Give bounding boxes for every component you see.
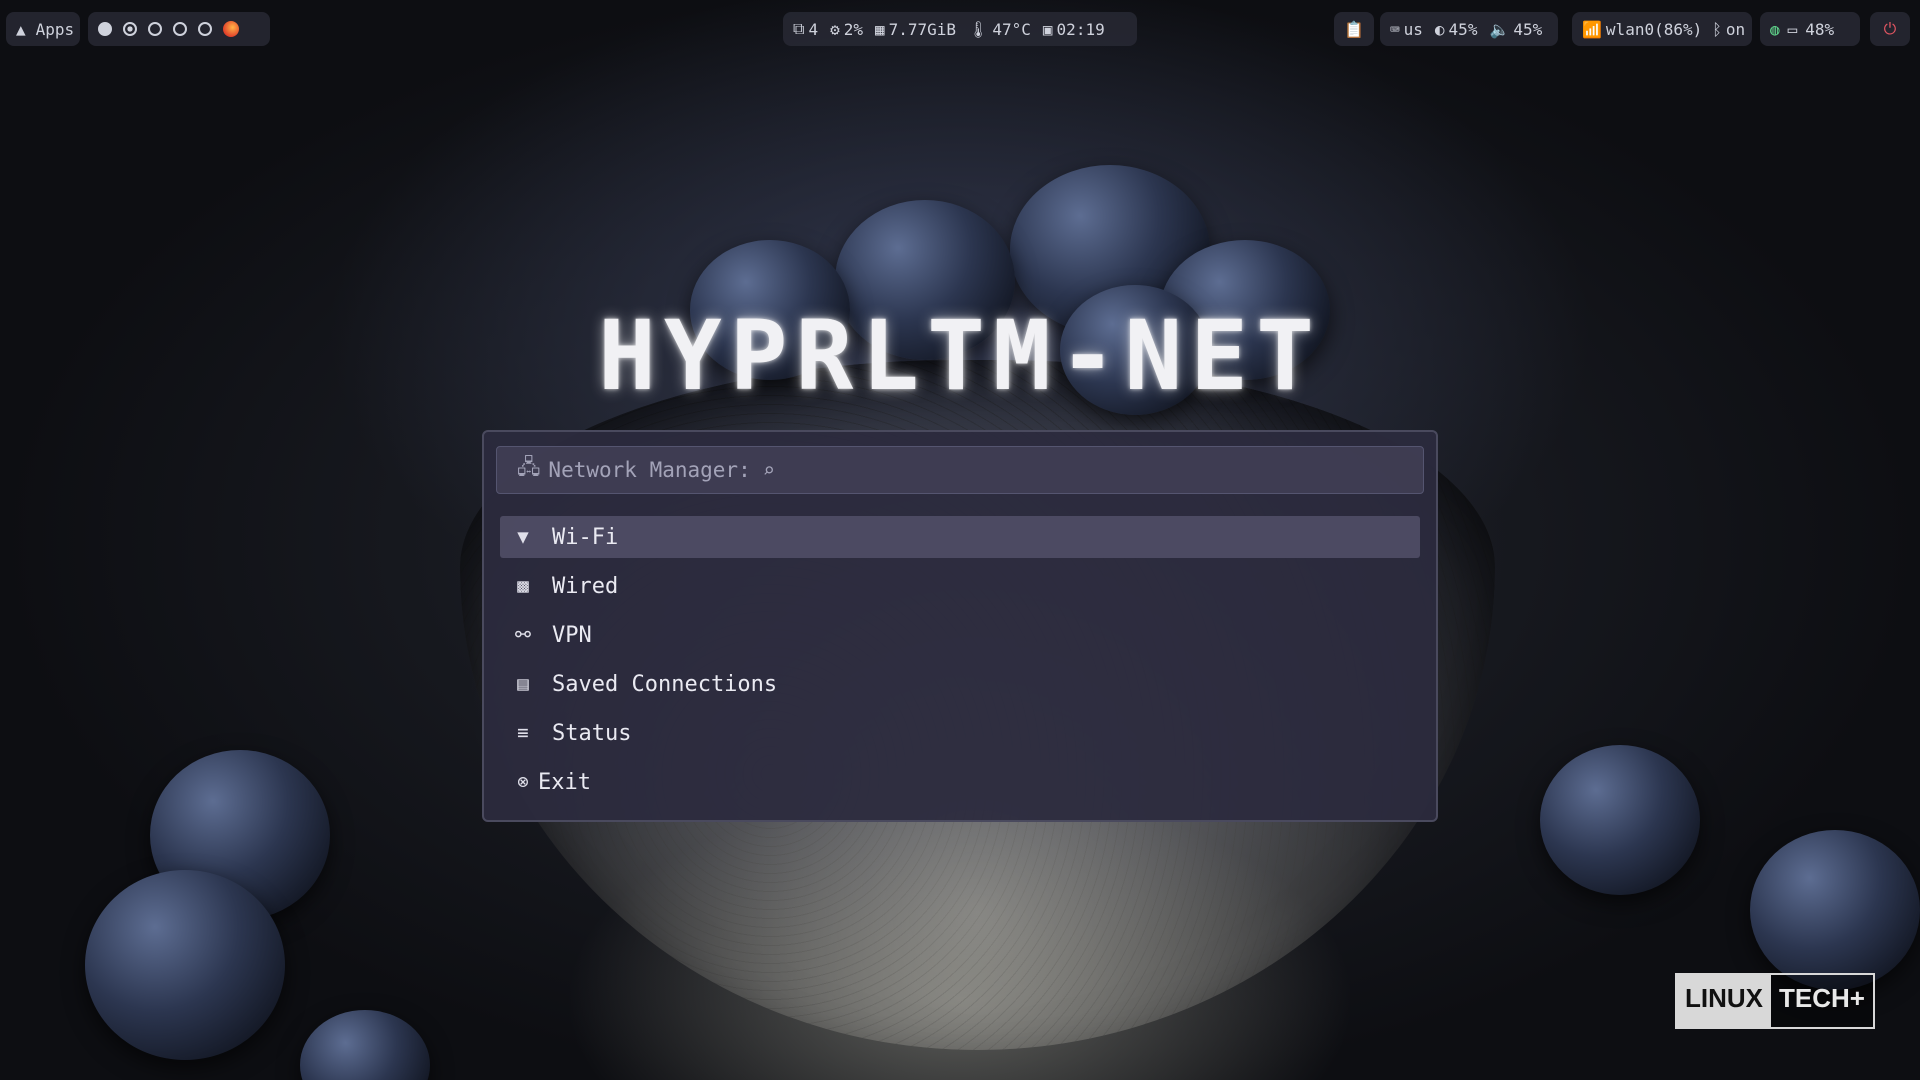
clock[interactable]: ▣ 02:19: [1043, 20, 1105, 39]
input-controls: ⌨ us ◐ 45% 🔈 45%: [1380, 12, 1558, 46]
status-icon: ≡: [517, 722, 529, 744]
watermark-logo: LINUX TECH+: [1675, 973, 1875, 1029]
bluetooth-icon: ᛒ: [1712, 19, 1722, 39]
desktop: ▲ Apps ⧉ 4 ⚙ 2% ▦ 7.77GiB 🌡 47°C ▣ 02:19 📋 ⌨ u…: [0, 0, 1920, 1080]
wallpaper-berry: [300, 1010, 430, 1080]
arch-icon: ▲: [16, 19, 26, 39]
menu-list: ▼ Wi-Fi ▩ Wired ⚯ VPN ▤ Saved Connection…: [500, 516, 1420, 810]
workspace-3[interactable]: [148, 22, 162, 36]
brightness-icon: ◐: [1434, 19, 1445, 39]
search-prompt: Network Manager:: [548, 458, 751, 482]
brightness[interactable]: ◐ 45%: [1435, 20, 1478, 39]
wifi-icon: ▼: [517, 526, 529, 548]
temperature[interactable]: 🌡 47°C: [968, 20, 1031, 39]
network-manager-menu: 🖧 Network Manager: ⌕ ▼ Wi-Fi ▩ Wired ⚯ V…: [482, 430, 1438, 822]
menu-title: HYPRLTM-NET: [598, 300, 1322, 412]
thermometer-icon: 🌡: [968, 19, 989, 39]
status-bar: ▲ Apps ⧉ 4 ⚙ 2% ▦ 7.77GiB 🌡 47°C ▣ 02:19 📋 ⌨ u…: [0, 8, 1920, 50]
network-icon: 🖧: [517, 454, 541, 479]
apps-label: Apps: [35, 19, 75, 39]
power-profile-icon: ◍: [1770, 19, 1780, 39]
workspace-5[interactable]: [198, 22, 212, 36]
menu-item-wired[interactable]: ▩ Wired: [500, 565, 1420, 607]
apps-button[interactable]: ▲ Apps: [6, 12, 80, 46]
ethernet-icon: ▩: [517, 575, 529, 597]
wallpaper-berry: [85, 870, 285, 1060]
search-input[interactable]: 🖧 Network Manager: ⌕: [496, 446, 1424, 494]
keyboard-layout[interactable]: ⌨ us: [1390, 20, 1423, 39]
battery-icon: ▭: [1787, 19, 1798, 39]
network-status[interactable]: 📶 wlan0(86%): [1582, 20, 1702, 39]
windows-icon: ⧉: [793, 19, 805, 38]
connectivity: 📶 wlan0(86%) ᛒ on: [1572, 12, 1752, 46]
workspace-4[interactable]: [173, 22, 187, 36]
exit-icon: ⊗: [517, 771, 529, 793]
bluetooth-status[interactable]: ᛒ on: [1712, 20, 1745, 39]
workspaces: [88, 12, 270, 46]
windows-count[interactable]: ⧉ 4: [793, 19, 818, 39]
watermark-left: LINUX: [1677, 975, 1771, 1027]
watermark-right: TECH+: [1771, 975, 1873, 1027]
menu-item-saved-connections[interactable]: ▤ Saved Connections: [500, 663, 1420, 705]
cpu-usage[interactable]: ⚙ 2%: [830, 20, 863, 39]
power-icon: ⏻: [1883, 19, 1897, 38]
calendar-icon: ▣: [1042, 19, 1053, 39]
clipboard-icon: 📋: [1344, 19, 1364, 39]
speaker-icon: 🔈: [1489, 19, 1510, 39]
menu-item-wifi[interactable]: ▼ Wi-Fi: [500, 516, 1420, 558]
menu-item-vpn[interactable]: ⚯ VPN: [500, 614, 1420, 656]
memory-usage[interactable]: ▦ 7.77GiB: [875, 20, 956, 39]
wallpaper-berry: [1750, 830, 1920, 990]
volume[interactable]: 🔈 45%: [1489, 20, 1542, 39]
keyboard-icon: ⌨: [1390, 19, 1400, 39]
menu-item-status[interactable]: ≡ Status: [500, 712, 1420, 754]
power-button[interactable]: ⏻: [1870, 12, 1910, 46]
workspace-2[interactable]: [123, 22, 137, 36]
wallpaper-berry: [1540, 745, 1700, 895]
cpu-icon: ⚙: [830, 19, 840, 39]
search-icon: ⌕: [762, 458, 775, 482]
battery-status[interactable]: ◍ ▭ 48%: [1760, 12, 1860, 46]
workspace-1[interactable]: [98, 22, 112, 36]
firefox-icon[interactable]: [223, 21, 239, 37]
vpn-icon: ⚯: [515, 624, 531, 646]
memory-icon: ▦: [874, 19, 885, 39]
wifi-icon: 📶: [1582, 19, 1602, 39]
menu-item-exit[interactable]: ⊗ Exit: [500, 761, 1420, 803]
system-stats: ⧉ 4 ⚙ 2% ▦ 7.77GiB 🌡 47°C ▣ 02:19: [783, 12, 1137, 46]
clipboard-button[interactable]: 📋: [1334, 12, 1374, 46]
saved-connections-icon: ▤: [517, 673, 529, 695]
